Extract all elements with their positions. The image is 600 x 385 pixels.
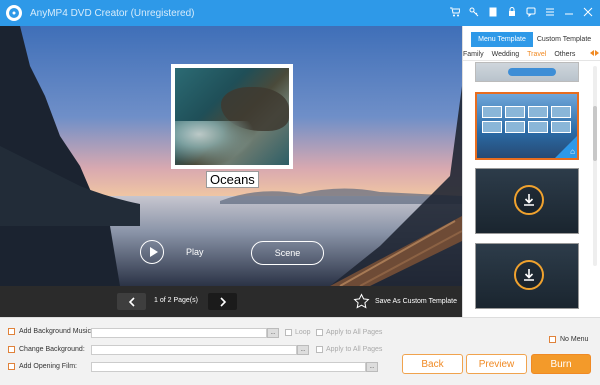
background-music-checkbox[interactable]: [8, 328, 15, 335]
loop-checkbox[interactable]: [285, 329, 292, 336]
burn-button[interactable]: Burn: [531, 354, 591, 374]
arrow-left-icon[interactable]: [590, 50, 594, 56]
lock-icon[interactable]: [506, 6, 518, 18]
browse-music-button[interactable]: ...: [267, 328, 279, 338]
background-field[interactable]: [91, 345, 297, 355]
template-scrollbar[interactable]: [593, 66, 597, 266]
chevron-right-icon: [219, 296, 226, 307]
loop-label: Loop: [295, 329, 311, 336]
window-title: AnyMP4 DVD Creator (Unregistered): [30, 7, 195, 19]
previous-page-button[interactable]: [117, 293, 146, 310]
preview-button[interactable]: Preview: [466, 354, 527, 374]
thumbnail-image: [175, 68, 289, 165]
background-music-label: Add Background Music:: [19, 328, 93, 335]
chat-icon[interactable]: [525, 6, 537, 18]
background-music-field[interactable]: [91, 328, 267, 338]
template-tiles: [482, 106, 574, 133]
key-icon[interactable]: [468, 6, 480, 18]
change-background-row: Change Background:: [8, 346, 85, 353]
back-button[interactable]: Back: [402, 354, 463, 374]
apply-all-music-option: Apply to All Pages: [316, 329, 382, 336]
tab-custom-template[interactable]: Custom Template: [533, 32, 595, 47]
page-indicator: 1 of 2 Page(s): [154, 297, 198, 304]
menu-thumbnail[interactable]: [171, 64, 293, 169]
template-preview-bar: [508, 68, 556, 76]
no-menu-checkbox[interactable]: [549, 336, 556, 343]
scene-button[interactable]: Scene: [251, 241, 324, 265]
apply-all-background-option: Apply to All Pages: [316, 346, 382, 353]
apply-all-music-label: Apply to All Pages: [326, 329, 383, 336]
cart-icon[interactable]: [449, 6, 461, 18]
next-page-button[interactable]: [208, 293, 237, 310]
template-item[interactable]: [475, 62, 579, 82]
opening-film-label: Add Opening Film:: [19, 363, 77, 370]
no-menu-label: No Menu: [560, 336, 589, 343]
template-item-download[interactable]: [475, 168, 579, 234]
file-icon[interactable]: [487, 6, 499, 18]
loop-option: Loop: [285, 329, 311, 336]
page-navigation-bar: 1 of 2 Page(s) Save As Custom Template: [0, 286, 462, 317]
download-icon[interactable]: [514, 185, 544, 215]
change-background-checkbox[interactable]: [8, 346, 15, 353]
apply-all-background-label: Apply to All Pages: [326, 346, 383, 353]
save-as-custom-template-button[interactable]: Save As Custom Template: [375, 298, 457, 305]
app-logo-icon: [6, 5, 22, 21]
apply-all-background-checkbox[interactable]: [316, 346, 323, 353]
star-icon[interactable]: [353, 293, 370, 310]
browse-opening-film-button[interactable]: ...: [366, 362, 378, 372]
template-item-selected[interactable]: ⌂: [475, 92, 579, 160]
options-panel: Add Background Music: ... Loop Apply to …: [0, 317, 600, 385]
close-icon[interactable]: [582, 6, 594, 18]
no-menu-option: No Menu: [549, 336, 588, 343]
title-bar: AnyMP4 DVD Creator (Unregistered): [0, 0, 600, 26]
opening-film-checkbox[interactable]: [8, 363, 15, 370]
category-family[interactable]: Family: [459, 51, 488, 58]
template-panel: Menu Template Custom Template Family Wed…: [462, 26, 600, 317]
template-tabs: Menu Template Custom Template: [471, 32, 595, 47]
category-others[interactable]: Others: [550, 51, 579, 58]
category-travel[interactable]: Travel: [523, 51, 550, 58]
menu-icon[interactable]: [544, 6, 556, 18]
template-item-download[interactable]: [475, 243, 579, 309]
minimize-icon[interactable]: [563, 6, 575, 18]
browse-background-button[interactable]: ...: [297, 345, 309, 355]
background-music-row: Add Background Music:: [8, 328, 93, 335]
apply-all-music-checkbox[interactable]: [316, 329, 323, 336]
category-wedding[interactable]: Wedding: [488, 51, 524, 58]
chevron-left-icon: [128, 296, 135, 307]
opening-film-field[interactable]: [91, 362, 366, 372]
tab-menu-template[interactable]: Menu Template: [471, 32, 533, 47]
home-icon: ⌂: [570, 147, 575, 156]
window-toolbar: [449, 6, 594, 18]
change-background-label: Change Background:: [19, 346, 85, 353]
menu-preview: Oceans Play Scene: [0, 26, 462, 286]
download-icon[interactable]: [514, 260, 544, 290]
play-label[interactable]: Play: [186, 247, 204, 257]
play-button[interactable]: [140, 240, 164, 264]
template-categories: Family Wedding Travel Others: [463, 48, 600, 61]
category-scroll-arrows[interactable]: [590, 50, 599, 56]
opening-film-row: Add Opening Film:: [8, 363, 77, 370]
menu-title-text[interactable]: Oceans: [206, 171, 259, 188]
arrow-right-icon[interactable]: [595, 50, 599, 56]
